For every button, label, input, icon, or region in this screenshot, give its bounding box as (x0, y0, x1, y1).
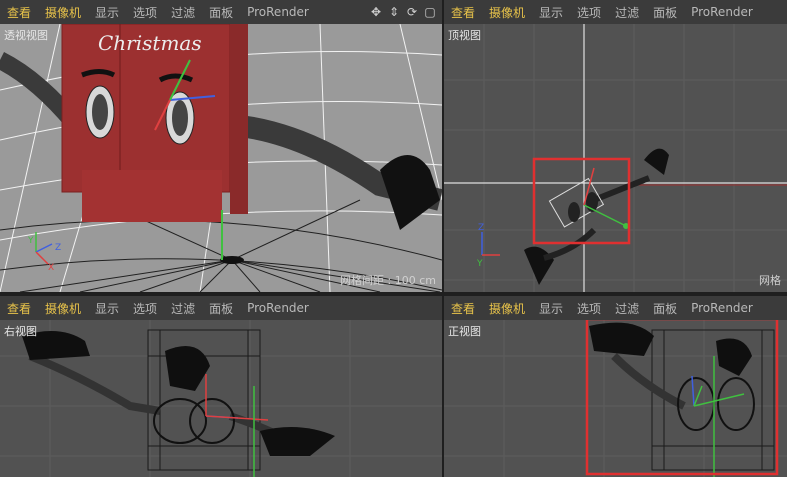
axis-y-label: Y (476, 259, 483, 269)
menu-view[interactable]: 查看 (0, 300, 38, 317)
menu-display[interactable]: 显示 (88, 300, 126, 317)
move-icon[interactable]: ✥ (368, 4, 384, 20)
menu-view[interactable]: 查看 (444, 4, 482, 21)
menu-filter[interactable]: 过滤 (164, 4, 202, 21)
menu-options[interactable]: 选项 (126, 300, 164, 317)
rotate-icon[interactable]: ⟳ (404, 4, 420, 20)
axis-y-label: Y (27, 236, 34, 246)
grid-spacing-info: 网格间距 : 100 cm (340, 274, 436, 287)
axis-z-label: Z (478, 223, 484, 233)
viewport-menubar: 查看 摄像机 显示 选项 过滤 面板 ProRender ✥ ⇕ ⟳ ▢ (0, 0, 442, 24)
menu-display[interactable]: 显示 (88, 4, 126, 21)
axis-x-label: X (48, 263, 54, 273)
menu-options[interactable]: 选项 (570, 4, 608, 21)
maximize-icon[interactable]: ▢ (422, 4, 438, 20)
front-scene[interactable] (444, 296, 787, 477)
menu-prorender[interactable]: ProRender (684, 5, 760, 19)
zoom-icon[interactable]: ⇕ (386, 4, 402, 20)
menu-filter[interactable]: 过滤 (164, 300, 202, 317)
menu-camera[interactable]: 摄像机 (38, 4, 88, 21)
viewport-label: 正视图 (448, 325, 481, 338)
menu-display[interactable]: 显示 (532, 300, 570, 317)
perspective-scene[interactable]: Christmas X Y Z (0, 0, 442, 292)
top-object (548, 167, 629, 229)
menu-camera[interactable]: 摄像机 (482, 300, 532, 317)
menu-filter[interactable]: 过滤 (608, 4, 646, 21)
menu-panel[interactable]: 面板 (646, 4, 684, 21)
grid-spacing-info: 网格 (759, 274, 781, 287)
menu-options[interactable]: 选项 (126, 4, 164, 21)
top-scene[interactable]: Z Y (444, 0, 787, 292)
right-scene[interactable] (0, 296, 442, 477)
viewport-menubar: 查看 摄像机 显示 选项 过滤 面板 ProRender (444, 296, 787, 320)
viewport-perspective[interactable]: Christmas X Y Z 查看 摄像机 显示 选项 过滤 面板 ProRe… (0, 0, 442, 292)
menu-view[interactable]: 查看 (0, 4, 38, 21)
viewport-label: 右视图 (4, 325, 37, 338)
viewport-right[interactable]: 查看 摄像机 显示 选项 过滤 面板 ProRender 右视图 (0, 296, 442, 477)
menu-prorender[interactable]: ProRender (684, 301, 760, 315)
menu-camera[interactable]: 摄像机 (482, 4, 532, 21)
viewport-front[interactable]: 查看 摄像机 显示 选项 过滤 面板 ProRender 正视图 (444, 296, 787, 477)
christmas-box: Christmas (61, 23, 248, 222)
menu-prorender[interactable]: ProRender (240, 5, 316, 19)
menu-panel[interactable]: 面板 (646, 300, 684, 317)
menu-view[interactable]: 查看 (444, 300, 482, 317)
menu-panel[interactable]: 面板 (202, 300, 240, 317)
menu-filter[interactable]: 过滤 (608, 300, 646, 317)
viewport-top[interactable]: Z Y 查看 摄像机 显示 选项 过滤 面板 ProRender 顶视图 网格 (444, 0, 787, 292)
menu-panel[interactable]: 面板 (202, 4, 240, 21)
viewport-label: 顶视图 (448, 29, 481, 42)
viewport-label: 透视视图 (4, 29, 48, 42)
viewport-divider-vertical[interactable] (442, 0, 444, 477)
viewport-menubar: 查看 摄像机 显示 选项 过滤 面板 ProRender (0, 296, 442, 320)
menu-camera[interactable]: 摄像机 (38, 300, 88, 317)
menu-options[interactable]: 选项 (570, 300, 608, 317)
menu-display[interactable]: 显示 (532, 4, 570, 21)
viewport-menubar: 查看 摄像机 显示 选项 过滤 面板 ProRender (444, 0, 787, 24)
axis-z-label: Z (55, 243, 61, 253)
viewport-divider-horizontal[interactable] (0, 292, 787, 296)
christmas-decal-text: Christmas (98, 31, 202, 55)
menu-prorender[interactable]: ProRender (240, 301, 316, 315)
